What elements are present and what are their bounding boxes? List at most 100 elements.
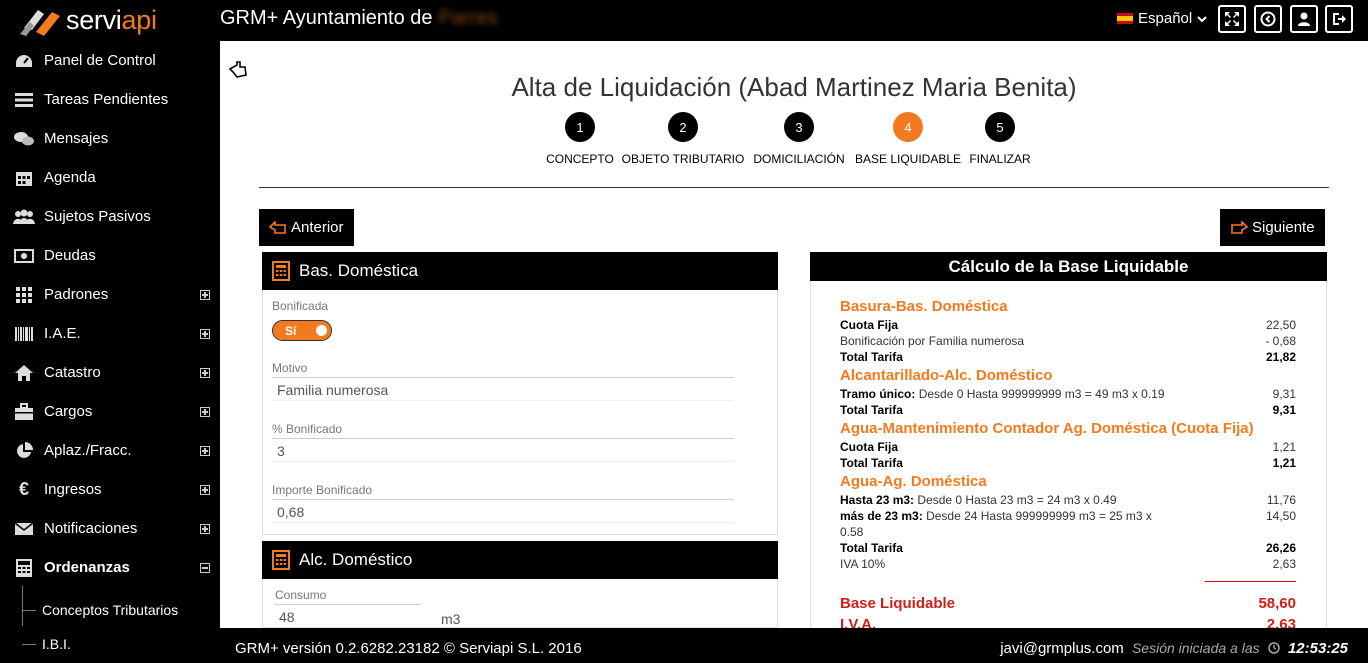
fullscreen-button[interactable] xyxy=(1218,5,1246,33)
calc-total-row: Total Tarifa 9,31 xyxy=(840,403,1296,417)
section-agua-domestica: Agua-Ag. Doméstica xyxy=(840,473,987,490)
section-basura: Basura-Bas. Doméstica xyxy=(840,298,1008,315)
importe-bonificado-label: Importe Bonificado xyxy=(272,483,373,497)
expand-icon[interactable] xyxy=(200,406,210,417)
version-text: GRM+ versión 0.2.6282.23182 © Serviapi S… xyxy=(235,640,582,657)
consumo-field[interactable]: 48 xyxy=(274,604,421,628)
sidebar-item-ingresos[interactable]: € Ingresos xyxy=(0,470,220,509)
motivo-label: Motivo xyxy=(272,361,308,375)
money-icon xyxy=(13,246,35,266)
serviapi-logo-icon xyxy=(20,9,60,36)
previous-button[interactable]: Anterior xyxy=(259,209,354,246)
pct-bonificado-label: % Bonificado xyxy=(272,422,343,436)
calc-row: IVA 10% 2,63 xyxy=(840,557,1296,571)
users-icon xyxy=(13,207,35,227)
calc-row: Tramo único: Desde 0 Hasta 999999999 m3 … xyxy=(840,387,1296,401)
bonificada-label: Bonificada xyxy=(272,299,329,313)
sidebar: Panel de Control Tareas Pendientes Mensa… xyxy=(0,41,220,663)
circle-arrow-left-icon xyxy=(1260,11,1276,27)
expand-icon[interactable] xyxy=(200,484,210,495)
logo[interactable]: serviapi xyxy=(0,0,220,41)
alc-domestico-header: Alc. Doméstico xyxy=(262,541,778,579)
calc-total-row: Total Tarifa 26,26 xyxy=(840,541,1296,555)
calendar-icon xyxy=(13,168,35,188)
logo-text: serviapi xyxy=(66,5,157,35)
next-button[interactable]: Siguiente xyxy=(1220,209,1325,246)
calculator-icon xyxy=(272,550,290,570)
footer: GRM+ versión 0.2.6282.23182 © Serviapi S… xyxy=(220,628,1368,663)
calc-row: Cuota Fija 1,21 xyxy=(840,440,1296,454)
sidebar-item-agenda[interactable]: Agenda xyxy=(0,158,220,197)
sidebar-item-catastro[interactable]: Catastro xyxy=(0,353,220,392)
barcode-icon xyxy=(13,324,35,344)
app-title: GRM+ Ayuntamiento de Parres xyxy=(220,7,498,29)
calc-row: Hasta 23 m3: Desde 0 Hasta 23 m3 = 24 m3… xyxy=(840,493,1296,507)
wizard-step-5[interactable]: 5 FINALIZAR xyxy=(930,112,1070,166)
calc-row: Bonificación por Familia numerosa - 0,68 xyxy=(840,334,1296,348)
calculator-icon xyxy=(13,558,35,578)
expand-icon xyxy=(1225,12,1239,26)
motivo-field[interactable]: Familia numerosa xyxy=(272,377,734,401)
logout-button[interactable] xyxy=(1325,5,1353,33)
back-button[interactable] xyxy=(1254,5,1282,33)
importe-bonificado-field[interactable]: 0,68 xyxy=(272,499,734,523)
total-divider xyxy=(1205,581,1296,582)
user-icon xyxy=(1298,12,1310,26)
envelope-icon xyxy=(13,519,35,539)
divider xyxy=(259,187,1329,188)
tasks-icon xyxy=(13,90,35,110)
briefcase-icon xyxy=(13,402,35,422)
iva-row: I.V.A. 2,63 xyxy=(840,616,1296,628)
hand-right-icon xyxy=(1231,220,1248,234)
calc-total-row: Total Tarifa 21,82 xyxy=(840,350,1296,364)
sidebar-subitem-conceptos-tributarios[interactable]: Conceptos Tributarios xyxy=(22,599,178,621)
clock-icon xyxy=(1268,642,1280,654)
expand-icon[interactable] xyxy=(200,367,210,378)
section-agua-mantenimiento: Agua-Mantenimiento Contador Ag. Doméstic… xyxy=(840,420,1254,437)
expand-icon[interactable] xyxy=(200,445,210,456)
sidebar-item-ordenanzas[interactable]: Ordenanzas xyxy=(0,548,220,587)
calculator-icon xyxy=(272,261,290,281)
chevron-down-icon xyxy=(1197,15,1207,22)
consumo-label: Consumo xyxy=(275,588,327,602)
section-alcantarillado: Alcantarillado-Alc. Doméstico xyxy=(840,367,1053,384)
expand-icon[interactable] xyxy=(200,328,210,339)
collapse-icon[interactable] xyxy=(200,562,210,573)
calc-row: Cuota Fija 22,50 xyxy=(840,318,1296,332)
sidebar-item-padrones[interactable]: Padrones xyxy=(0,275,220,314)
base-liquidable-row: Base Liquidable 58,60 xyxy=(840,595,1296,612)
session-info: javi@grmplus.com Sesión iniciada a las 1… xyxy=(1000,640,1348,657)
page-title: Alta de Liquidación (Abad Martinez Maria… xyxy=(511,72,1077,102)
grid-icon xyxy=(13,285,35,305)
hand-left-icon xyxy=(269,220,286,234)
language-selector[interactable]: Español xyxy=(1117,10,1208,27)
bas-domestica-header: Bas. Doméstica xyxy=(262,252,778,290)
euro-icon: € xyxy=(18,479,29,499)
user-profile-button[interactable] xyxy=(1290,5,1318,33)
pie-chart-icon xyxy=(13,441,35,461)
sidebar-item-aplaz-fracc[interactable]: Aplaz./Fracc. xyxy=(0,431,220,470)
sidebar-item-iae[interactable]: I.A.E. xyxy=(0,314,220,353)
spain-flag-icon xyxy=(1117,13,1133,24)
pct-bonificado-field[interactable]: 3 xyxy=(272,438,734,462)
calc-total-row: Total Tarifa 1,21 xyxy=(840,456,1296,470)
top-bar: serviapi GRM+ Ayuntamiento de Parres Espa… xyxy=(0,0,1368,41)
sidebar-item-notificaciones[interactable]: Notificaciones xyxy=(0,509,220,548)
bonificada-toggle[interactable]: Sí xyxy=(272,320,332,341)
dashboard-icon xyxy=(13,51,35,71)
sidebar-item-sujetos-pasivos[interactable]: Sujetos Pasivos xyxy=(0,197,220,236)
home-icon xyxy=(13,363,35,383)
consumo-unit: m3 xyxy=(441,611,461,627)
sidebar-item-panel-de-control[interactable]: Panel de Control xyxy=(0,41,220,80)
calculo-header: Cálculo de la Base Liquidable xyxy=(810,252,1327,281)
expand-icon[interactable] xyxy=(200,289,210,300)
municipality-name: Parres xyxy=(438,7,498,29)
sidebar-item-tareas-pendientes[interactable]: Tareas Pendientes xyxy=(0,80,220,119)
sidebar-item-deudas[interactable]: Deudas xyxy=(0,236,220,275)
sidebar-item-mensajes[interactable]: Mensajes xyxy=(0,119,220,158)
sign-out-icon xyxy=(1333,13,1346,25)
sidebar-subitem-ibi[interactable]: I.B.I. xyxy=(22,633,71,655)
expand-icon[interactable] xyxy=(200,523,210,534)
messages-icon xyxy=(13,129,35,149)
sidebar-item-cargos[interactable]: Cargos xyxy=(0,392,220,431)
